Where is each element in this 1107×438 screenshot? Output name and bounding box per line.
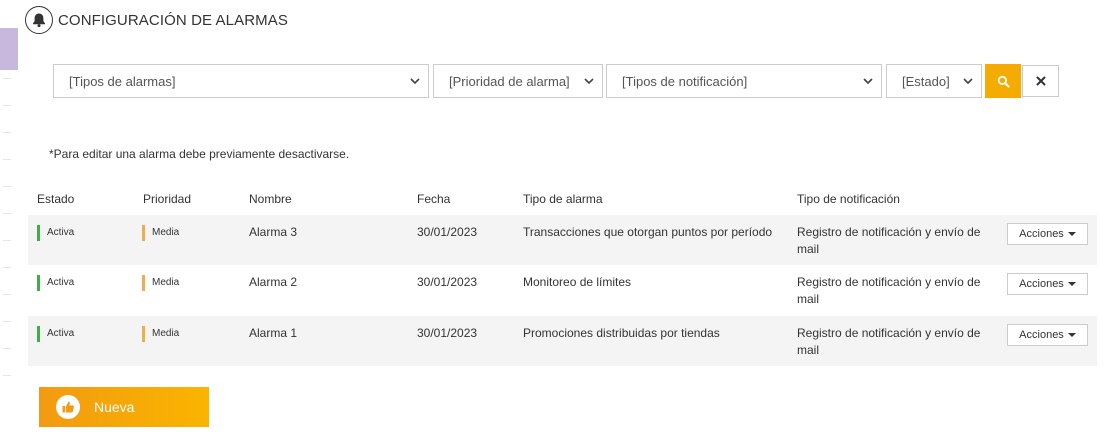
actions-label: Acciones [1019, 228, 1064, 240]
status-select[interactable]: [Estado] [886, 64, 982, 98]
priority-badge: Media [142, 326, 179, 342]
column-header-nombre: Nombre [249, 192, 292, 206]
alarm-type: Promociones distribuidas por tiendas [523, 326, 720, 340]
alarm-name: Alarma 3 [249, 225, 298, 239]
notification-type: Registro de notificación y envío de mail [797, 326, 981, 357]
notification-types-value: [Tipos de notificación] [622, 73, 748, 89]
actions-label: Acciones [1019, 329, 1064, 341]
notification-type: Registro de notificación y envío de mail [797, 225, 981, 256]
chevron-down-icon [410, 78, 420, 85]
priority-badge: Media [142, 275, 179, 291]
alarm-type: Monitoreo de límites [523, 275, 632, 289]
actions-dropdown-button[interactable]: Acciones [1007, 273, 1088, 295]
alarm-date: 30/01/2023 [417, 326, 478, 340]
new-alarm-button[interactable]: Nueva [39, 387, 209, 427]
caret-down-icon [1067, 232, 1076, 236]
alarm-name: Alarma 1 [249, 326, 298, 340]
sidebar-edge-marks [0, 78, 14, 438]
table-row: Activa Media Alarma 3 30/01/2023 Transac… [28, 215, 1097, 265]
alarm-date: 30/01/2023 [417, 275, 478, 289]
caret-down-icon [1067, 333, 1076, 337]
caret-down-icon [1067, 282, 1076, 286]
bell-icon [25, 6, 53, 34]
clear-filters-button[interactable] [1022, 65, 1059, 97]
column-header-prioridad: Prioridad [143, 192, 192, 206]
alarm-name: Alarma 2 [249, 275, 298, 289]
column-header-tipo-alarma: Tipo de alarma [523, 192, 603, 206]
actions-label: Acciones [1019, 278, 1064, 290]
alarm-types-value: [Tipos de alarmas] [69, 73, 176, 89]
thumbs-up-icon [56, 395, 80, 419]
actions-dropdown-button[interactable]: Acciones [1007, 324, 1088, 346]
status-badge: Activa [37, 225, 74, 241]
chevron-down-icon [584, 78, 594, 85]
alarm-types-select[interactable]: [Tipos de alarmas] [53, 64, 429, 98]
status-badge: Activa [37, 275, 74, 291]
new-alarm-label: Nueva [94, 399, 135, 415]
notification-types-select[interactable]: [Tipos de notificación] [606, 64, 882, 98]
status-value: [Estado] [902, 73, 950, 89]
close-icon [1036, 76, 1045, 86]
alarm-type: Transacciones que otorgan puntos por per… [523, 225, 773, 239]
chevron-down-icon [963, 78, 973, 85]
page-title: CONFIGURACIÓN DE ALARMAS [58, 12, 288, 29]
alarm-priority-value: [Prioridad de alarma] [449, 73, 570, 89]
chevron-down-icon [863, 78, 873, 85]
alarm-date: 30/01/2023 [417, 225, 478, 239]
notification-type: Registro de notificación y envío de mail [797, 275, 981, 306]
sidebar-edge-tab[interactable] [0, 28, 18, 70]
column-header-estado: Estado [37, 192, 75, 206]
actions-dropdown-button[interactable]: Acciones [1007, 223, 1088, 245]
edit-note: *Para editar una alarma debe previamente… [49, 147, 350, 161]
search-button[interactable] [985, 64, 1021, 98]
column-header-fecha: Fecha [417, 192, 451, 206]
alarm-priority-select[interactable]: [Prioridad de alarma] [433, 64, 603, 98]
table-row: Activa Media Alarma 1 30/01/2023 Promoci… [28, 316, 1097, 366]
column-header-tipo-notificacion: Tipo de notificación [797, 192, 900, 206]
search-icon [997, 75, 1010, 88]
table-row: Activa Media Alarma 2 30/01/2023 Monitor… [28, 265, 1097, 315]
status-badge: Activa [37, 326, 74, 342]
priority-badge: Media [142, 225, 179, 241]
